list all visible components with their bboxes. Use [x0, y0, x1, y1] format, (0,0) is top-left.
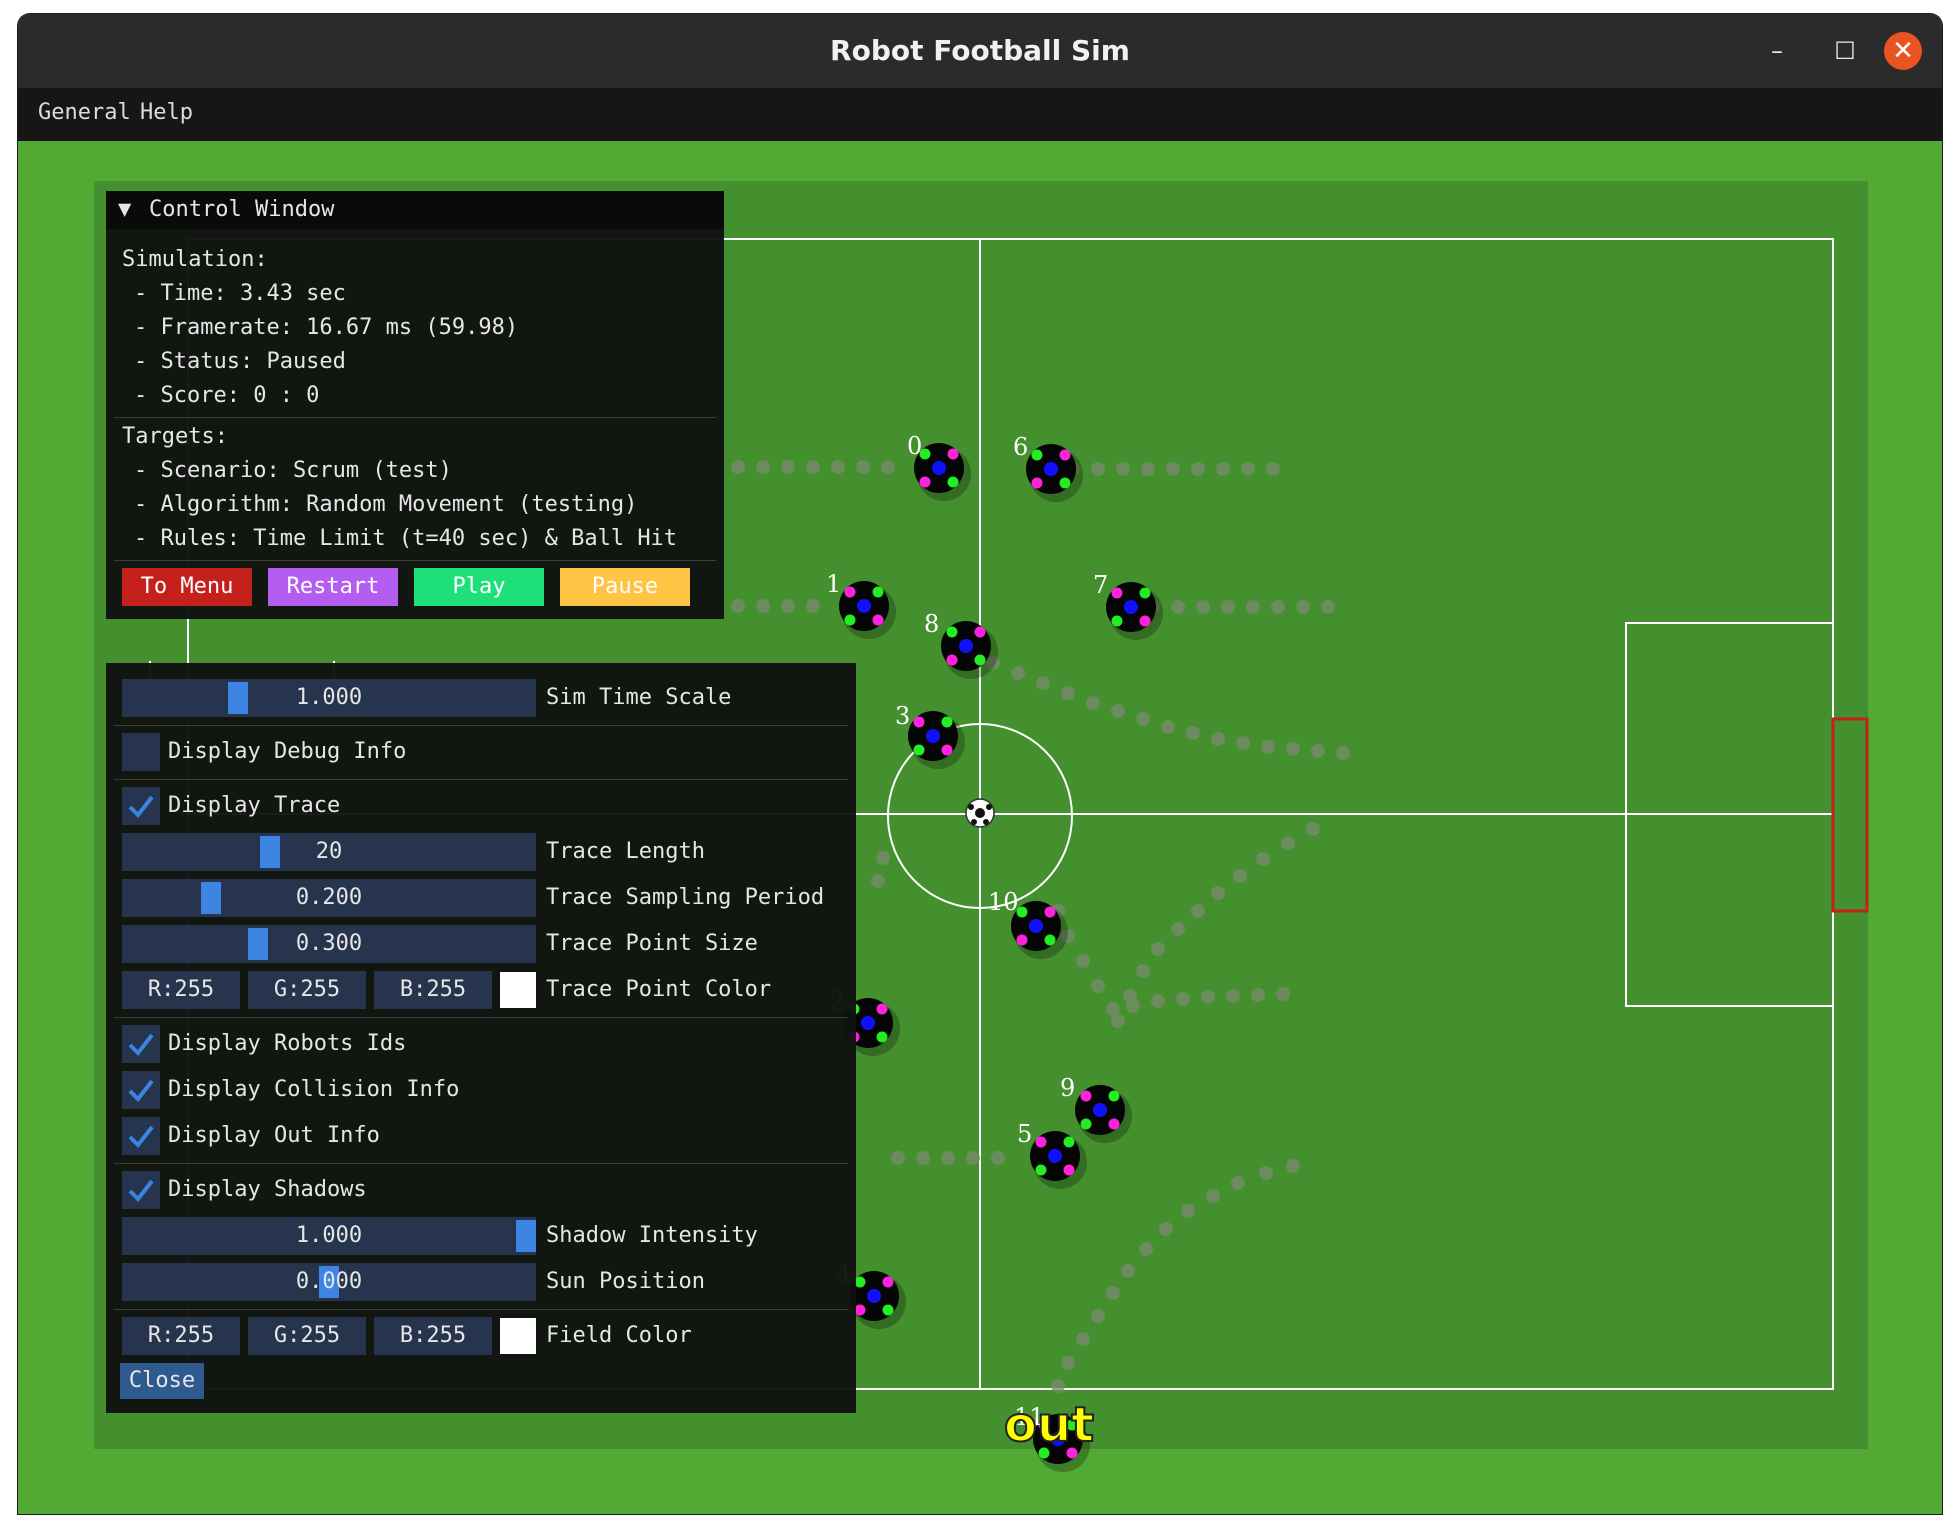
- out-info-label: Display Out Info: [168, 1123, 380, 1148]
- shadows-checkbox[interactable]: [122, 1171, 160, 1209]
- sim-status: - Status: Paused: [134, 349, 346, 374]
- sun-position-slider[interactable]: 0.000: [122, 1263, 536, 1301]
- trace-color-swatch[interactable]: [500, 972, 536, 1008]
- robot-id-label: 9: [1060, 1074, 1075, 1102]
- to-menu-button[interactable]: To Menu: [122, 568, 252, 606]
- minimize-icon[interactable]: –: [1758, 32, 1796, 70]
- check-icon: [128, 1125, 154, 1149]
- separator: [114, 560, 716, 561]
- sim-framerate: - Framerate: 16.67 ms (59.98): [134, 315, 519, 340]
- window-title: Robot Football Sim: [830, 34, 1130, 67]
- sim-score: - Score: 0 : 0: [134, 383, 320, 408]
- trace-color-b-input[interactable]: B:255: [374, 971, 492, 1009]
- field-color-g-input[interactable]: G:255: [248, 1317, 366, 1355]
- slider-value: 0.300: [295, 931, 363, 956]
- simulation-header: Simulation:: [122, 247, 268, 272]
- robot-id-label: 10: [988, 888, 1019, 916]
- robot-id-label: 8: [924, 610, 939, 638]
- debug-info-label: Display Debug Info: [168, 739, 407, 764]
- target-scenario: - Scenario: Scrum (test): [134, 458, 452, 483]
- display-trace-checkbox[interactable]: [122, 787, 160, 825]
- shadow-intensity-label: Shadow Intensity: [546, 1223, 758, 1248]
- out-info-checkbox[interactable]: [122, 1117, 160, 1155]
- robot-id-label: 0: [907, 432, 922, 460]
- slider-value: 0.000: [295, 1269, 363, 1294]
- field-color-b-input[interactable]: B:255: [374, 1317, 492, 1355]
- out-label: out: [1004, 1397, 1094, 1453]
- target-rules: - Rules: Time Limit (t=40 sec) & Ball Hi…: [134, 526, 678, 551]
- trace-length-label: Trace Length: [546, 839, 705, 864]
- trace-color-g-input[interactable]: G:255: [248, 971, 366, 1009]
- title-bar: Robot Football Sim – ☐ ✕: [18, 14, 1942, 89]
- trace-sampling-period-label: Trace Sampling Period: [546, 885, 825, 910]
- check-icon: [128, 1033, 154, 1057]
- play-button[interactable]: Play: [414, 568, 544, 606]
- shadows-label: Display Shadows: [168, 1177, 367, 1202]
- debug-info-checkbox[interactable]: [122, 733, 160, 771]
- robot-id-label: 6: [1013, 433, 1028, 461]
- control-window[interactable]: ▼ Control Window Simulation: - Time: 3.4…: [106, 191, 724, 619]
- settings-window[interactable]: 1.000 Sim Time Scale Display Debug Info …: [106, 663, 856, 1413]
- menu-help[interactable]: Help: [140, 100, 193, 125]
- trace-length-slider[interactable]: 20: [122, 833, 536, 871]
- control-window-header[interactable]: ▼ Control Window: [106, 191, 724, 229]
- slider-value: 1.000: [295, 1223, 363, 1248]
- trace-point-size-label: Trace Point Size: [546, 931, 758, 956]
- sim-time: - Time: 3.43 sec: [134, 281, 346, 306]
- field-area: 01234567891011 out ▼ Control Window Simu…: [18, 141, 1942, 1514]
- collapse-triangle-icon[interactable]: ▼: [118, 197, 131, 222]
- targets-header: Targets:: [122, 424, 228, 449]
- trace-point-color-label: Trace Point Color: [546, 977, 772, 1002]
- slider-value: 20: [315, 839, 343, 864]
- collision-info-checkbox[interactable]: [122, 1071, 160, 1109]
- menu-general[interactable]: General: [38, 100, 131, 125]
- field-color-r-input[interactable]: R:255: [122, 1317, 240, 1355]
- separator: [114, 1017, 848, 1018]
- pause-button[interactable]: Pause: [560, 568, 690, 606]
- separator: [114, 1163, 848, 1164]
- ball: [965, 798, 995, 828]
- display-trace-label: Display Trace: [168, 793, 341, 818]
- robot-ids-label: Display Robots Ids: [168, 1031, 407, 1056]
- trace-sampling-period-slider[interactable]: 0.200: [122, 879, 536, 917]
- control-window-title: Control Window: [149, 197, 335, 222]
- sun-position-label: Sun Position: [546, 1269, 705, 1294]
- restart-button[interactable]: Restart: [268, 568, 398, 606]
- app-window: Robot Football Sim – ☐ ✕ General Help 0 …: [18, 14, 1942, 1514]
- check-icon: [128, 1079, 154, 1103]
- trace-color-r-input[interactable]: R:255: [122, 971, 240, 1009]
- close-button[interactable]: Close: [120, 1363, 204, 1399]
- close-icon[interactable]: ✕: [1884, 32, 1922, 70]
- field-color-label: Field Color: [546, 1323, 692, 1348]
- check-icon: [128, 795, 154, 819]
- slider-value: 0.200: [295, 885, 363, 910]
- sim-time-scale-label: Sim Time Scale: [546, 685, 732, 710]
- robot-id-label: 1: [826, 570, 841, 598]
- robot-id-label: 3: [895, 702, 910, 730]
- robot-ids-checkbox[interactable]: [122, 1025, 160, 1063]
- shadow-intensity-slider[interactable]: 1.000: [122, 1217, 536, 1255]
- separator: [114, 1309, 848, 1310]
- trace-point-size-slider[interactable]: 0.300: [122, 925, 536, 963]
- separator: [114, 417, 716, 418]
- maximize-icon[interactable]: ☐: [1826, 32, 1864, 70]
- sim-time-scale-slider[interactable]: 1.000: [122, 679, 536, 717]
- field-color-swatch[interactable]: [500, 1318, 536, 1354]
- target-algorithm: - Algorithm: Random Movement (testing): [134, 492, 638, 517]
- menu-bar: General Help: [18, 89, 1942, 141]
- separator: [114, 725, 848, 726]
- robot-id-label: 7: [1093, 571, 1108, 599]
- robot-id-label: 5: [1017, 1120, 1032, 1148]
- check-icon: [128, 1179, 154, 1203]
- collision-info-label: Display Collision Info: [168, 1077, 460, 1102]
- slider-value: 1.000: [295, 685, 363, 710]
- separator: [114, 779, 848, 780]
